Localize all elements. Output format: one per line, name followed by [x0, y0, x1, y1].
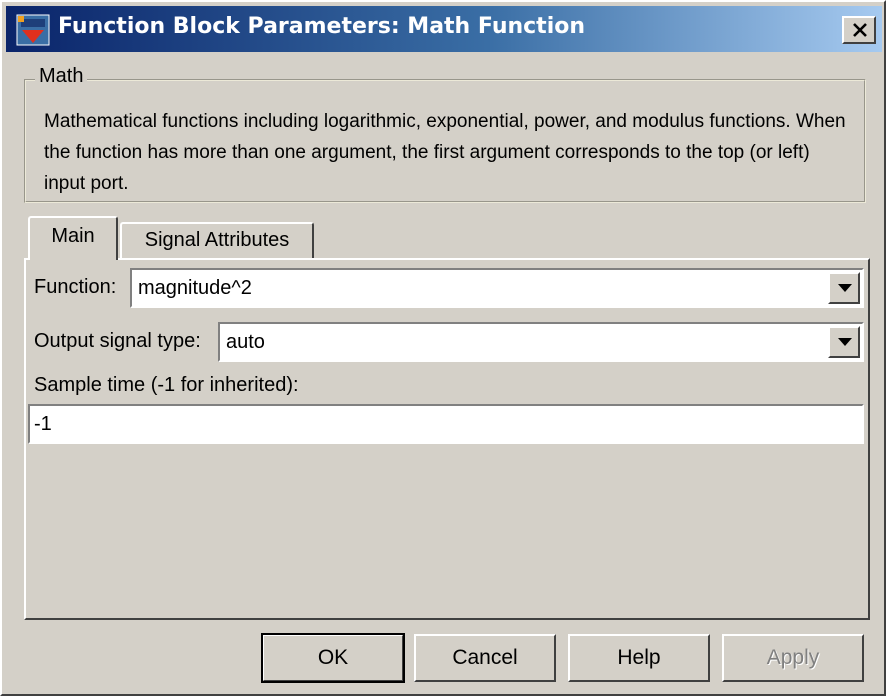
tab-signal-attributes[interactable]: Signal Attributes — [120, 222, 314, 258]
function-dropdown[interactable]: magnitude^2 — [130, 268, 864, 308]
close-icon — [853, 23, 867, 37]
sample-time-input[interactable]: -1 — [28, 404, 864, 444]
cancel-button[interactable]: Cancel — [414, 634, 556, 682]
apply-button[interactable]: Apply — [722, 634, 864, 682]
function-label: Function: — [34, 276, 117, 298]
simulink-block-icon — [16, 14, 50, 46]
title-bar[interactable]: Function Block Parameters: Math Function — [6, 6, 882, 52]
group-title: Math — [35, 65, 88, 88]
output-signal-type-label: Output signal type: — [34, 330, 201, 352]
block-description: Mathematical functions including logarit… — [44, 111, 846, 194]
close-button[interactable] — [842, 16, 876, 44]
output-signal-type-dropdown[interactable]: auto — [218, 322, 864, 362]
output-dropdown-button[interactable] — [828, 326, 860, 358]
sample-time-value: -1 — [34, 413, 52, 435]
ok-button[interactable]: OK — [261, 633, 405, 683]
window-title: Function Block Parameters: Math Function — [58, 14, 586, 39]
function-dropdown-button[interactable] — [828, 272, 860, 304]
sample-time-label: Sample time (-1 for inherited): — [34, 374, 299, 396]
dialog-window: Function Block Parameters: Math Function… — [0, 0, 886, 696]
output-signal-type-value: auto — [226, 331, 265, 353]
chevron-down-icon — [838, 338, 852, 346]
function-value: magnitude^2 — [138, 277, 252, 299]
tab-main[interactable]: Main — [28, 216, 118, 260]
help-button[interactable]: Help — [568, 634, 710, 682]
chevron-down-icon — [838, 284, 852, 292]
